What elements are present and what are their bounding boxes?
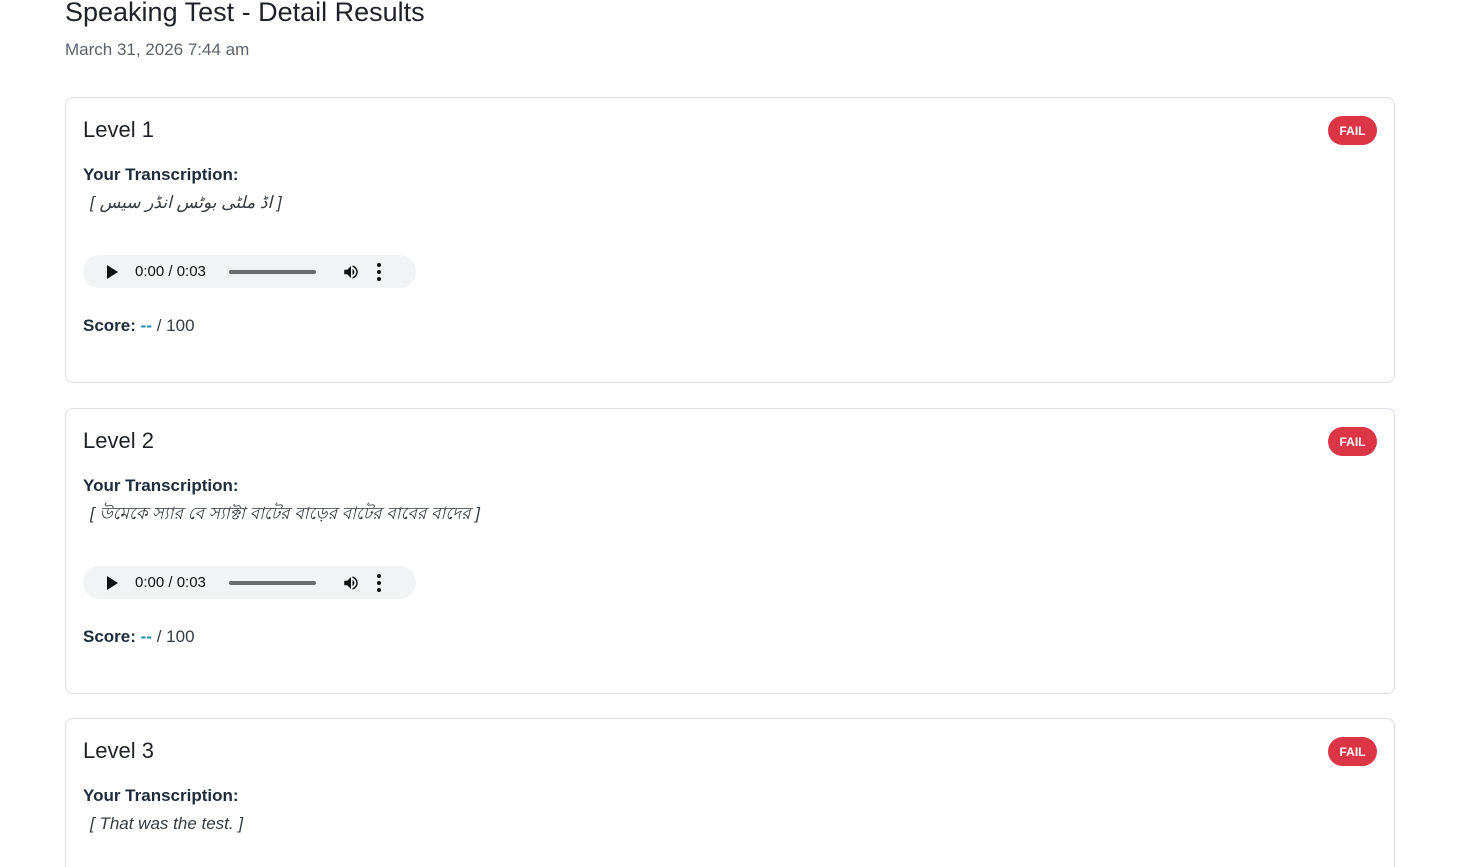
- transcription-text: [ That was the test. ]: [90, 814, 244, 833]
- score-max: / 100: [156, 316, 195, 335]
- level-title: Level 2: [83, 428, 154, 453]
- play-icon[interactable]: [107, 575, 118, 590]
- volume-icon[interactable]: [342, 574, 360, 592]
- transcription-label: Your Transcription:: [83, 165, 239, 184]
- level-card-2: Level 2 FAIL Your Transcription: [ উমেকে…: [65, 408, 1395, 694]
- transcription-label: Your Transcription:: [83, 476, 239, 495]
- more-vertical-icon[interactable]: [377, 262, 381, 281]
- score-line: Score: -- / 100: [83, 626, 195, 648]
- score-value: --: [140, 316, 152, 335]
- transcription-label: Your Transcription:: [83, 786, 239, 805]
- status-badge: FAIL: [1328, 737, 1377, 766]
- page-title: Speaking Test - Detail Results: [65, 0, 425, 27]
- audio-progress-bar[interactable]: [229, 580, 316, 585]
- level-card-3: Level 3 FAIL Your Transcription: [ That …: [65, 718, 1395, 867]
- more-vertical-icon[interactable]: [377, 573, 381, 592]
- score-label: Score:: [83, 316, 136, 335]
- audio-player[interactable]: 0:00 / 0:03: [83, 255, 416, 288]
- audio-time: 0:00 / 0:03: [135, 263, 206, 280]
- status-badge: FAIL: [1328, 427, 1377, 456]
- transcription-text: [ উমেকে স্যার বে স্যাক্টা বাটের বাড়ের ব…: [90, 504, 480, 523]
- results-page: Speaking Test - Detail Results March 31,…: [0, 0, 1465, 867]
- audio-progress-bar[interactable]: [229, 269, 316, 274]
- score-value: --: [140, 627, 152, 646]
- audio-player[interactable]: 0:00 / 0:03: [83, 566, 416, 599]
- play-icon[interactable]: [107, 264, 118, 279]
- transcription-text: [ اڈ ملٹی بوٹس انڈر سیس ]: [90, 193, 282, 212]
- result-date: March 31, 2026 7:44 am: [65, 40, 250, 59]
- volume-icon[interactable]: [342, 263, 360, 281]
- audio-time: 0:00 / 0:03: [135, 574, 206, 591]
- status-badge: FAIL: [1328, 116, 1377, 145]
- score-max: / 100: [156, 627, 195, 646]
- level-card-1: Level 1 FAIL Your Transcription: [ اڈ مل…: [65, 97, 1395, 383]
- score-label: Score:: [83, 627, 136, 646]
- level-title: Level 1: [83, 117, 154, 142]
- score-line: Score: -- / 100: [83, 315, 195, 337]
- level-title: Level 3: [83, 738, 154, 763]
